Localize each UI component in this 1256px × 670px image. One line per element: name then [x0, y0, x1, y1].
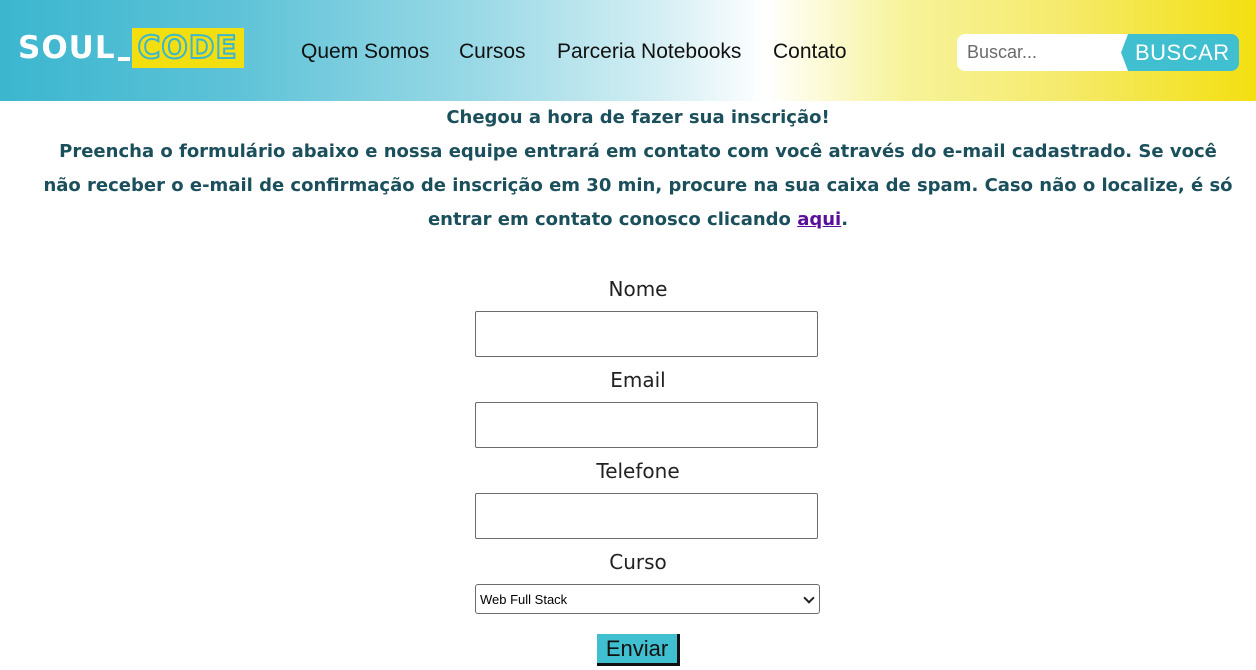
search-box: BUSCAR: [957, 34, 1239, 71]
logo-code-text: CODE: [137, 29, 238, 67]
chevron-down-icon: [803, 592, 815, 604]
submit-button[interactable]: Enviar: [597, 634, 680, 666]
site-header: SOUL CODE Quem Somos Cursos Parceria Not…: [0, 0, 1256, 101]
email-field[interactable]: [475, 402, 818, 448]
search-input[interactable]: [957, 34, 1137, 71]
contact-link[interactable]: aqui: [797, 209, 841, 230]
course-select[interactable]: Web Full Stack: [475, 584, 820, 614]
nav-link-contato[interactable]: Contato: [773, 38, 847, 66]
nav-link-quem-somos[interactable]: Quem Somos: [301, 38, 429, 66]
soulcode-logo[interactable]: SOUL CODE: [18, 28, 244, 68]
nav-link-cursos[interactable]: Cursos: [459, 38, 526, 66]
course-label: Curso: [609, 550, 667, 574]
intro-text: Preencha o formulário abaixo e nossa equ…: [40, 135, 1236, 237]
intro-heading: Chegou a hora de fazer sua inscrição!: [446, 107, 830, 128]
search-button[interactable]: BUSCAR: [1121, 34, 1239, 71]
email-label: Email: [610, 368, 666, 392]
course-selected-value: Web Full Stack: [480, 591, 568, 607]
phone-field[interactable]: [475, 493, 818, 539]
phone-label: Telefone: [596, 459, 680, 483]
intro-text-end: .: [841, 209, 849, 230]
logo-code-box: CODE: [131, 28, 244, 68]
intro-section: Chegou a hora de fazer sua inscrição! Pr…: [40, 101, 1236, 237]
nav-link-parceria-notebooks[interactable]: Parceria Notebooks: [557, 38, 741, 66]
name-field[interactable]: [475, 311, 818, 357]
name-label: Nome: [608, 277, 668, 301]
intro-text-body: Preencha o formulário abaixo e nossa equ…: [43, 141, 1233, 230]
logo-soul-text: SOUL: [18, 30, 130, 66]
